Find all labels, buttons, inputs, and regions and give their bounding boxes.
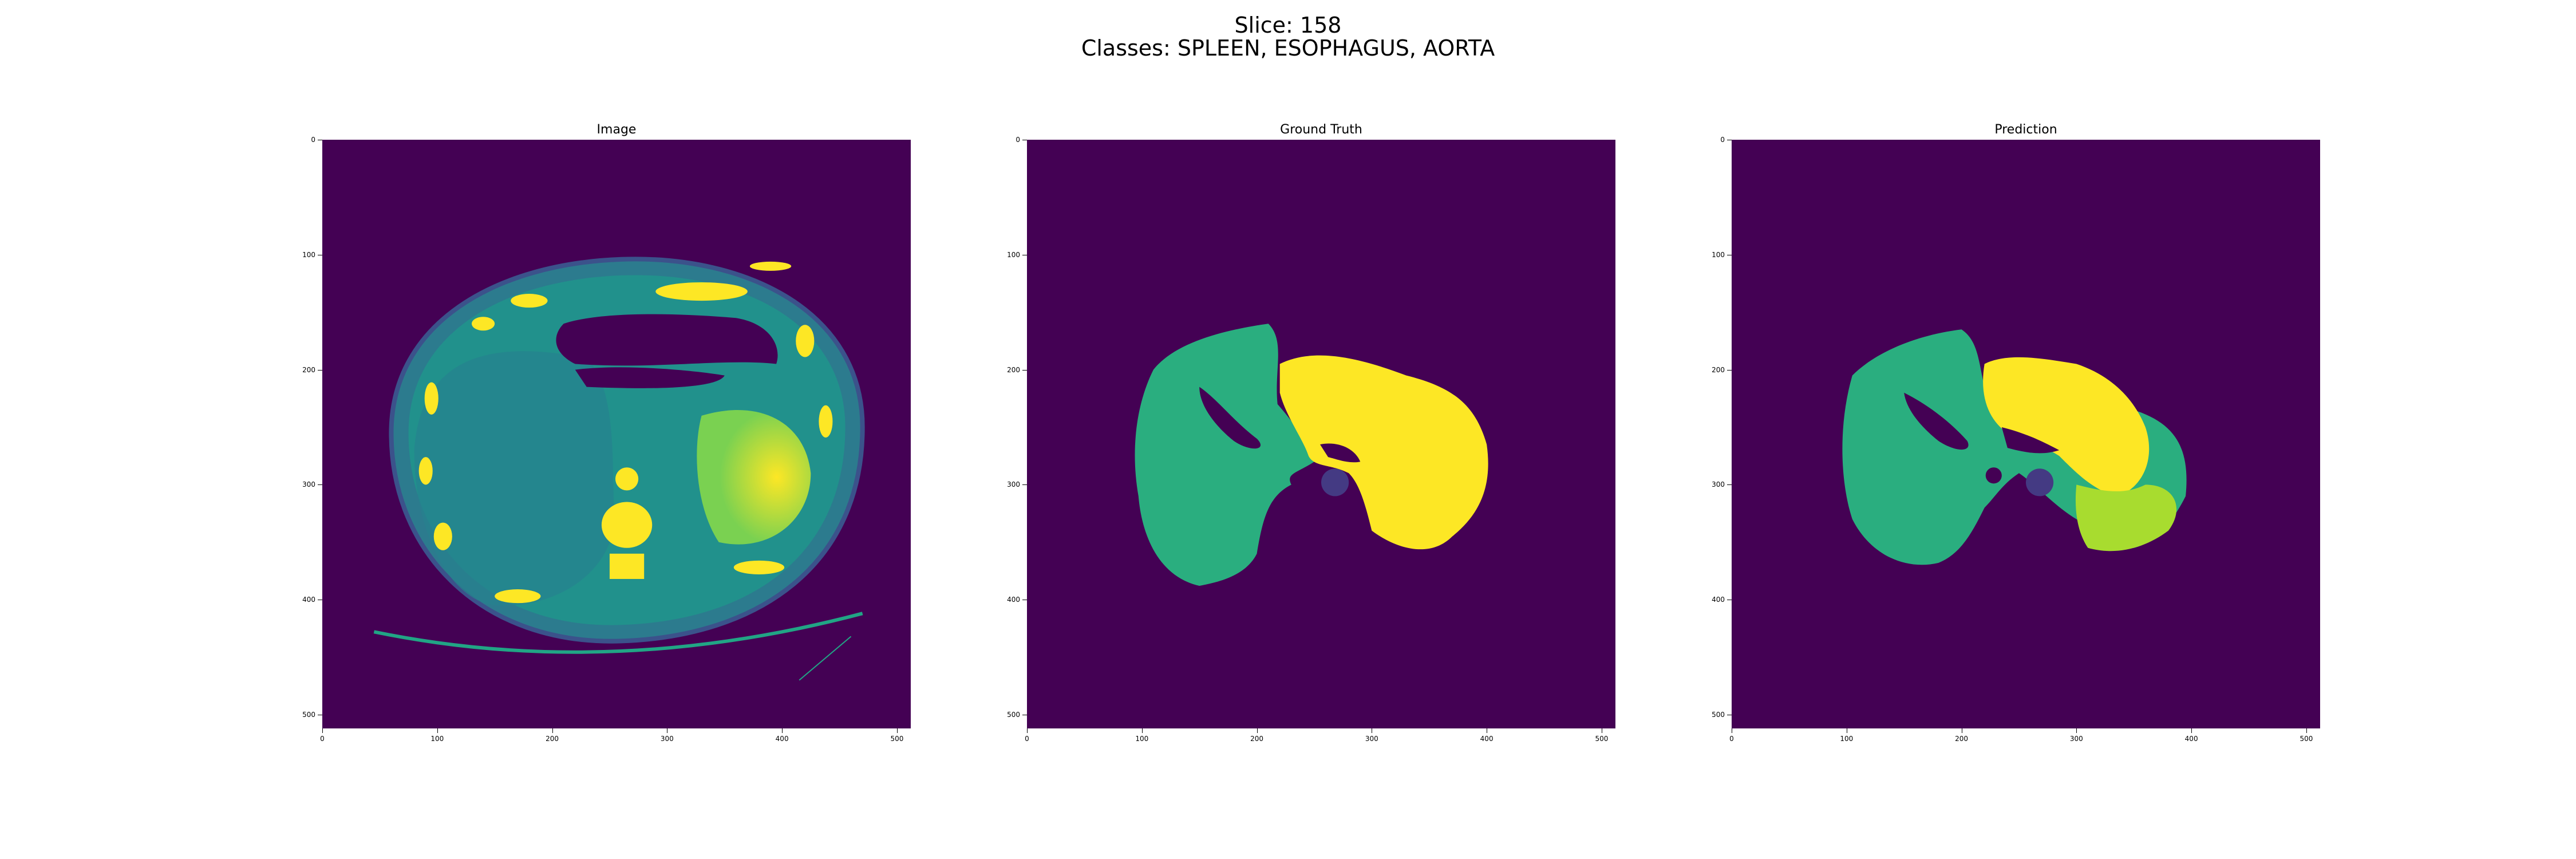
- y-tick-label: 400: [302, 596, 315, 604]
- ct-image-panel: [322, 140, 911, 728]
- y-tick-label: 300: [1007, 480, 1020, 489]
- x-tick-mark: [1257, 728, 1258, 733]
- y-tick-label: 400: [1007, 596, 1020, 604]
- y-tick-label: 100: [1712, 250, 1725, 259]
- y-tick-mark: [1022, 369, 1027, 371]
- panel-title-prediction: Prediction: [1994, 123, 2057, 137]
- prediction-mask: [1842, 329, 2187, 565]
- x-tick-label: 300: [660, 735, 674, 743]
- y-tick-label: 0: [1016, 136, 1020, 144]
- x-tick-label: 100: [1135, 735, 1149, 743]
- x-tick-label: 300: [2069, 735, 2083, 743]
- y-tick-label: 300: [302, 480, 315, 489]
- x-tick-label: 0: [1025, 735, 1029, 743]
- x-tick-label: 400: [775, 735, 789, 743]
- y-tick-label: 100: [302, 250, 315, 259]
- y-tick-label: 0: [311, 136, 315, 144]
- x-tick-mark: [896, 728, 898, 733]
- y-tick-label: 300: [1712, 480, 1725, 489]
- x-tick-label: 200: [1250, 735, 1264, 743]
- x-tick-mark: [2306, 728, 2307, 733]
- y-tick-label: 200: [1712, 365, 1725, 374]
- x-tick-mark: [552, 728, 553, 733]
- x-tick-label: 0: [1729, 735, 1734, 743]
- y-tick-label: 400: [1712, 596, 1725, 604]
- x-tick-label: 500: [2300, 735, 2313, 743]
- y-tick-label: 100: [1007, 250, 1020, 259]
- figure-title-classes: Classes: SPLEEN, ESOPHAGUS, AORTA: [1081, 36, 1495, 61]
- y-tick-mark: [318, 369, 322, 371]
- y-tick-mark: [318, 484, 322, 486]
- x-tick-mark: [1141, 728, 1143, 733]
- y-tick-label: 200: [302, 365, 315, 374]
- x-tick-mark: [782, 728, 783, 733]
- ground-truth-panel: [1027, 140, 1615, 728]
- figure-title-slice: Slice: 158: [1234, 13, 1342, 38]
- y-tick-label: 500: [1007, 710, 1020, 719]
- x-tick-label: 500: [1595, 735, 1609, 743]
- x-tick-label: 200: [546, 735, 559, 743]
- y-tick-label: 0: [1720, 136, 1725, 144]
- x-tick-mark: [437, 728, 438, 733]
- ct-slice-image: [373, 257, 865, 681]
- x-tick-label: 300: [1365, 735, 1378, 743]
- y-tick-label: 500: [1712, 710, 1725, 719]
- panel-title-ground-truth: Ground Truth: [1280, 123, 1362, 137]
- x-tick-label: 400: [1480, 735, 1494, 743]
- x-tick-label: 0: [320, 735, 325, 743]
- x-tick-label: 500: [890, 735, 904, 743]
- y-tick-mark: [1727, 484, 1732, 486]
- x-tick-label: 400: [2184, 735, 2198, 743]
- y-tick-mark: [1727, 369, 1732, 371]
- prediction-panel: [1732, 140, 2320, 728]
- y-tick-label: 200: [1007, 365, 1020, 374]
- x-tick-label: 100: [1840, 735, 1854, 743]
- x-tick-label: 200: [1955, 735, 1969, 743]
- ground-truth-mask: [1135, 324, 1488, 586]
- x-tick-mark: [2076, 728, 2077, 733]
- x-tick-mark: [2191, 728, 2192, 733]
- y-tick-mark: [1022, 484, 1027, 486]
- x-tick-mark: [1027, 728, 1028, 733]
- panel-title-image: Image: [596, 123, 637, 137]
- x-tick-mark: [322, 728, 323, 733]
- y-tick-label: 500: [302, 710, 315, 719]
- x-tick-label: 100: [430, 735, 444, 743]
